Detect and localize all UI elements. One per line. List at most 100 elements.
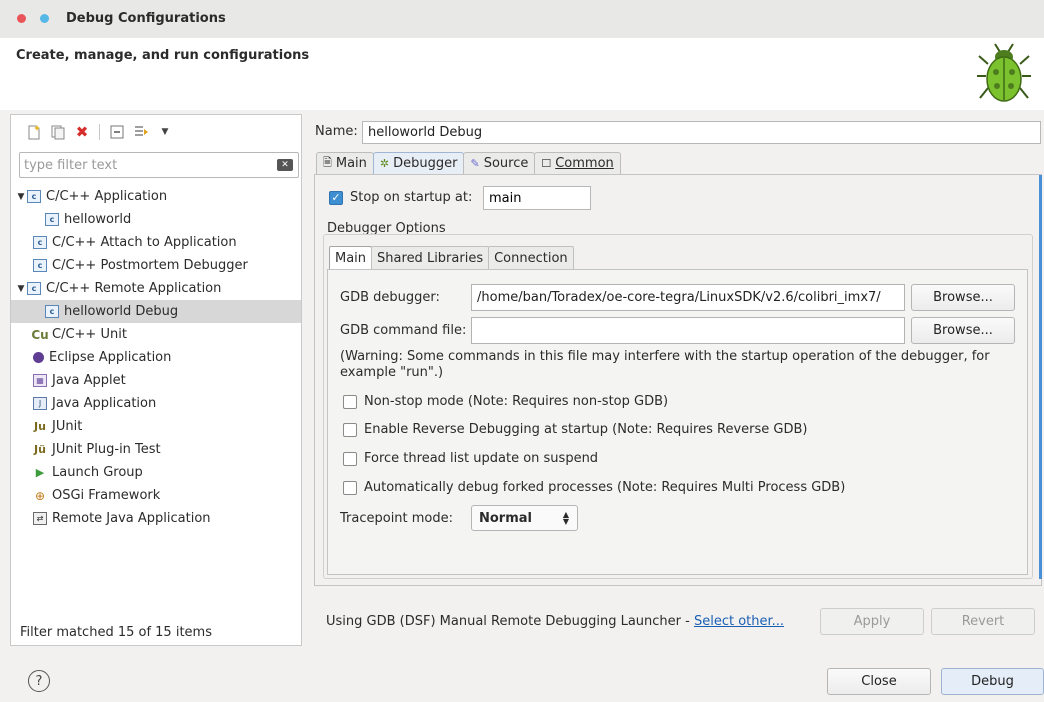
java-applet-icon: ▦: [33, 374, 47, 387]
tab-debugger[interactable]: ✲ Debugger: [372, 152, 465, 174]
filter-status-text: Filter matched 15 of 15 items: [20, 625, 212, 640]
tree-category-cpp-unit[interactable]: Cu C/C++ Unit: [11, 323, 301, 346]
tree-item-label: Eclipse Application: [49, 350, 172, 365]
force-thread-update-label: Force thread list update on suspend: [364, 451, 599, 466]
delete-icon[interactable]: ✖: [73, 123, 91, 141]
remote-java-icon: ⇄: [33, 512, 47, 525]
stop-on-startup-checkbox[interactable]: ✓: [329, 190, 343, 205]
subtab-shared-libraries[interactable]: Shared Libraries: [371, 246, 490, 270]
tab-label: Common: [555, 156, 614, 171]
c-app-icon: c: [33, 259, 47, 272]
tree-category-java-application[interactable]: J Java Application: [11, 392, 301, 415]
tab-label: Main: [335, 156, 367, 171]
configuration-name-input[interactable]: [362, 121, 1041, 144]
window-minimize-dot-icon[interactable]: [40, 14, 49, 23]
filter-icon[interactable]: [132, 123, 150, 141]
debug-forked-processes-checkbox[interactable]: [343, 480, 357, 495]
tree-item-label: helloworld: [64, 212, 132, 227]
clear-filter-icon[interactable]: ✕: [277, 159, 293, 171]
tree-item-label: C/C++ Attach to Application: [52, 235, 237, 250]
eclipse-icon: [33, 352, 44, 363]
collapse-all-icon[interactable]: [108, 123, 126, 141]
java-application-icon: J: [33, 397, 47, 410]
browse-gdb-command-file-button[interactable]: Browse...: [911, 317, 1015, 344]
spinner-arrows-icon: ▲ ▼: [562, 510, 569, 526]
tree-category-remote-java-application[interactable]: ⇄ Remote Java Application: [11, 507, 301, 530]
tab-label: Source: [483, 156, 529, 171]
tracepoint-mode-select[interactable]: Normal ▲ ▼: [471, 505, 578, 531]
configuration-tabs: 🗎 Main ✲ Debugger ✎ Source ☐ Common: [316, 152, 621, 176]
tree-item-helloworld[interactable]: c helloworld: [11, 208, 301, 231]
expanded-arrow-icon[interactable]: ▼: [15, 284, 27, 294]
view-menu-icon[interactable]: ▼: [156, 123, 174, 141]
stop-on-startup-row: ✓ Stop on startup at:: [329, 190, 472, 205]
scrollbar[interactable]: [1039, 175, 1042, 579]
filter-input[interactable]: [20, 153, 270, 177]
tree-item-label: C/C++ Unit: [52, 327, 127, 342]
tree-category-launch-group[interactable]: ▶ Launch Group: [11, 461, 301, 484]
tree-item-label: C/C++ Postmortem Debugger: [52, 258, 248, 273]
junit-icon: Ju: [34, 420, 46, 433]
gdb-command-file-input[interactable]: [471, 317, 905, 344]
tree-category-osgi-framework[interactable]: ⊕ OSGi Framework: [11, 484, 301, 507]
window-title: Debug Configurations: [66, 11, 226, 26]
gdb-debugger-label: GDB debugger:: [340, 290, 440, 305]
tree-item-helloworld-debug[interactable]: c helloworld Debug: [11, 300, 301, 323]
select-other-link[interactable]: Select other...: [694, 614, 784, 629]
common-tab-icon: ☐: [541, 157, 552, 170]
tree-category-junit[interactable]: Ju JUnit: [11, 415, 301, 438]
tree-category-java-applet[interactable]: ▦ Java Applet: [11, 369, 301, 392]
tree-category-cpp-postmortem[interactable]: c C/C++ Postmortem Debugger: [11, 254, 301, 277]
reverse-debugging-row: Enable Reverse Debugging at startup (Not…: [343, 422, 807, 437]
tree-item-label: JUnit: [52, 419, 83, 434]
close-button[interactable]: Close: [827, 668, 931, 695]
tab-common[interactable]: ☐ Common: [534, 152, 621, 174]
apply-button[interactable]: Apply: [820, 608, 924, 635]
browse-gdb-debugger-button[interactable]: Browse...: [911, 284, 1015, 311]
non-stop-mode-row: Non-stop mode (Note: Requires non-stop G…: [343, 394, 668, 409]
debugger-subtabs: Main Shared Libraries Connection: [329, 246, 574, 270]
reverse-debugging-checkbox[interactable]: [343, 422, 357, 437]
filter-field: ✕: [19, 152, 299, 178]
tree-item-label: Java Application: [52, 396, 157, 411]
non-stop-mode-label: Non-stop mode (Note: Requires non-stop G…: [364, 394, 669, 409]
name-label: Name:: [315, 124, 358, 139]
dialog-header: Create, manage, and run configurations: [0, 38, 1044, 110]
force-thread-update-checkbox[interactable]: [343, 451, 357, 466]
bug-icon: [977, 43, 1031, 102]
gdb-debugger-input[interactable]: [471, 284, 905, 311]
tree-category-cpp-application[interactable]: ▼ c C/C++ Application: [11, 185, 301, 208]
tree-category-cpp-attach[interactable]: c C/C++ Attach to Application: [11, 231, 301, 254]
duplicate-icon[interactable]: [49, 123, 67, 141]
junit-plugin-icon: Jü: [34, 443, 46, 456]
tree-category-junit-plugin[interactable]: Jü JUnit Plug-in Test: [11, 438, 301, 461]
expanded-arrow-icon[interactable]: ▼: [15, 192, 27, 202]
debug-forked-processes-label: Automatically debug forked processes (No…: [364, 480, 846, 495]
help-icon[interactable]: ?: [28, 670, 50, 692]
stop-on-startup-input[interactable]: [483, 186, 591, 210]
tab-main[interactable]: 🗎 Main: [316, 152, 374, 174]
reverse-debugging-label: Enable Reverse Debugging at startup (Not…: [364, 422, 808, 437]
tree-item-label: C/C++ Remote Application: [46, 281, 222, 296]
osgi-icon: ⊕: [34, 488, 46, 503]
launch-group-icon: ▶: [35, 466, 45, 479]
revert-button[interactable]: Revert: [931, 608, 1035, 635]
tab-source[interactable]: ✎ Source: [463, 152, 536, 174]
debug-button[interactable]: Debug: [941, 668, 1044, 695]
c-app-icon: c: [33, 236, 47, 249]
tab-label: Debugger: [393, 156, 458, 171]
tracepoint-mode-value: Normal: [479, 510, 532, 526]
tree-item-label: Launch Group: [52, 465, 143, 480]
c-app-icon: c: [27, 190, 41, 203]
force-thread-update-row: Force thread list update on suspend: [343, 451, 598, 466]
new-configuration-icon[interactable]: [25, 123, 43, 141]
non-stop-mode-checkbox[interactable]: [343, 394, 357, 409]
debug-forked-processes-row: Automatically debug forked processes (No…: [343, 480, 845, 495]
subtab-connection[interactable]: Connection: [488, 246, 574, 270]
tree-item-label: C/C++ Application: [46, 189, 168, 204]
tree-category-cpp-remote[interactable]: ▼ c C/C++ Remote Application: [11, 277, 301, 300]
tracepoint-mode-label: Tracepoint mode:: [340, 511, 454, 526]
subtab-main[interactable]: Main: [329, 246, 373, 270]
tree-category-eclipse-application[interactable]: Eclipse Application: [11, 346, 301, 369]
window-close-dot-icon[interactable]: [17, 14, 26, 23]
